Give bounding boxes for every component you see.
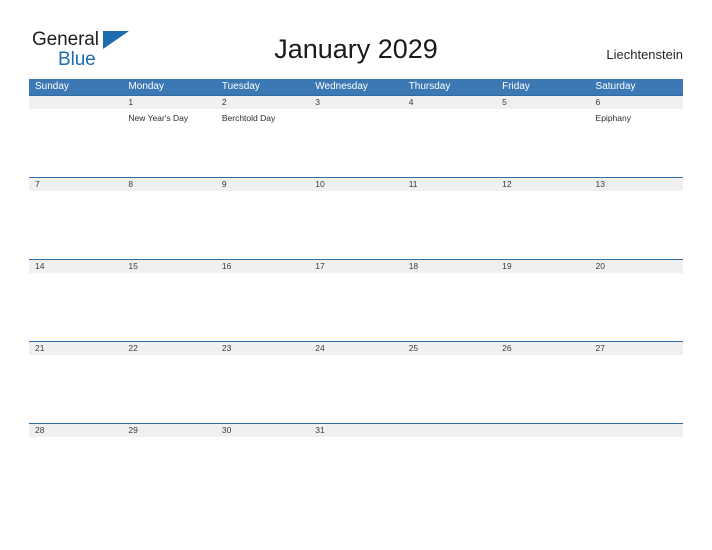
day-number[interactable]: 20 [590,260,683,273]
day-event [29,355,122,423]
day-number[interactable]: 25 [403,342,496,355]
day-number[interactable]: 2 [216,96,309,109]
day-number[interactable]: 23 [216,342,309,355]
day-event [403,437,496,441]
week-date-band: 21 22 23 24 25 26 27 [29,342,683,355]
page-header: General Blue January 2029 Liechtenstein [0,0,712,78]
day-event [496,273,589,341]
day-event [403,109,496,177]
day-number[interactable]: 7 [29,178,122,191]
day-number[interactable]: 16 [216,260,309,273]
day-number[interactable]: 18 [403,260,496,273]
day-event [590,191,683,259]
week-event-band [29,437,683,441]
day-event [309,273,402,341]
week-row: 14 15 16 17 18 19 20 [29,259,683,341]
day-number[interactable]: 13 [590,178,683,191]
week-event-band: New Year's Day Berchtold Day Epiphany [29,109,683,177]
weekday-header-saturday: Saturday [595,81,636,92]
weekday-header-thursday: Thursday [408,81,451,92]
day-event [29,437,122,441]
day-number[interactable] [496,424,589,437]
day-event [29,273,122,341]
day-number[interactable]: 4 [403,96,496,109]
day-event [496,355,589,423]
day-event [403,191,496,259]
day-number[interactable]: 14 [29,260,122,273]
week-event-band [29,191,683,259]
day-number[interactable]: 29 [122,424,215,437]
day-number[interactable]: 22 [122,342,215,355]
weekday-header-wednesday: Wednesday [315,81,368,92]
page-title: January 2029 [274,34,438,64]
day-number[interactable] [29,96,122,109]
calendar-grid: Sunday Monday Tuesday Wednesday Thursday… [29,79,683,441]
day-event [309,355,402,423]
day-number[interactable]: 31 [309,424,402,437]
day-number[interactable]: 17 [309,260,402,273]
day-number[interactable]: 6 [590,96,683,109]
day-event [29,109,122,177]
day-event [403,273,496,341]
day-event [122,191,215,259]
day-event [496,437,589,441]
day-event [496,109,589,177]
day-number[interactable]: 21 [29,342,122,355]
weekday-header-sunday: Sunday [35,81,69,92]
day-event [309,437,402,441]
day-number[interactable]: 12 [496,178,589,191]
day-event [403,355,496,423]
day-number[interactable] [590,424,683,437]
day-number[interactable]: 15 [122,260,215,273]
week-row: 28 29 30 31 [29,423,683,441]
week-event-band [29,355,683,423]
weekday-header-tuesday: Tuesday [221,81,260,92]
day-event [122,273,215,341]
day-number[interactable]: 8 [122,178,215,191]
week-date-band: 14 15 16 17 18 19 20 [29,260,683,273]
day-event [216,273,309,341]
country-label: Liechtenstein [606,47,683,62]
day-event [29,191,122,259]
week-event-band [29,273,683,341]
day-event [216,191,309,259]
day-event [122,437,215,441]
day-number[interactable]: 1 [122,96,215,109]
week-date-band: 1 2 3 4 5 6 [29,96,683,109]
day-event [216,437,309,441]
day-event: New Year's Day [128,113,189,123]
day-number[interactable]: 26 [496,342,589,355]
day-event [216,355,309,423]
day-event [590,437,683,441]
day-number[interactable]: 27 [590,342,683,355]
day-number[interactable]: 19 [496,260,589,273]
day-number[interactable]: 24 [309,342,402,355]
weekday-header-monday: Monday [128,81,164,92]
day-event [122,355,215,423]
week-date-band: 7 8 9 10 11 12 13 [29,178,683,191]
weekday-header-friday: Friday [502,81,530,92]
day-number[interactable]: 9 [216,178,309,191]
day-event [590,355,683,423]
day-number[interactable]: 5 [496,96,589,109]
day-event [309,109,402,177]
calendar-page: General Blue January 2029 Liechtenstein … [0,0,712,550]
day-number[interactable]: 30 [216,424,309,437]
day-number[interactable]: 11 [403,178,496,191]
day-number[interactable] [403,424,496,437]
weekday-header-row: Sunday Monday Tuesday Wednesday Thursday… [29,79,683,95]
week-row: 7 8 9 10 11 12 13 [29,177,683,259]
day-event: Berchtold Day [221,113,276,123]
week-row: 1 2 3 4 5 6 New Year's Day Berchtold Day… [29,95,683,177]
day-event: Epiphany [595,113,631,123]
day-event [590,273,683,341]
day-number[interactable]: 3 [309,96,402,109]
day-number[interactable]: 28 [29,424,122,437]
day-event [496,191,589,259]
week-row: 21 22 23 24 25 26 27 [29,341,683,423]
day-number[interactable]: 10 [309,178,402,191]
week-date-band: 28 29 30 31 [29,424,683,437]
day-event [309,191,402,259]
